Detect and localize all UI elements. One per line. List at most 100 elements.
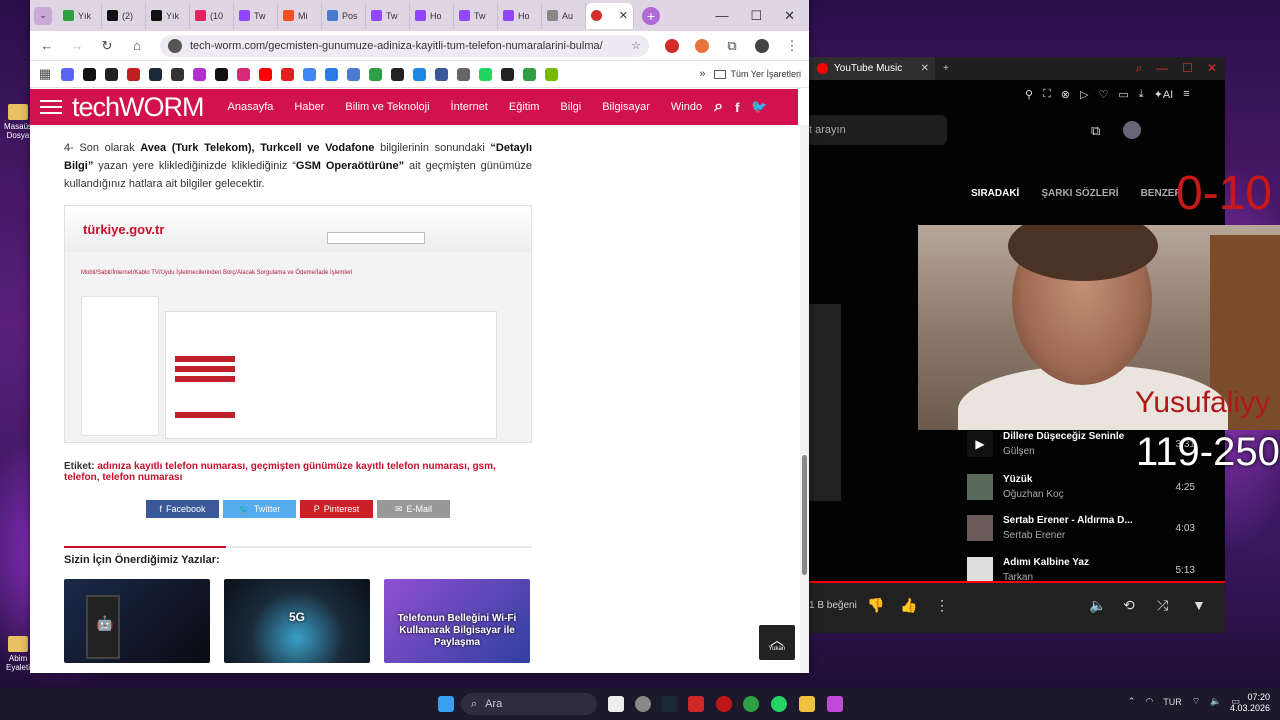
bookmark-icon[interactable] [479,67,492,81]
profile-avatar[interactable] [755,38,769,53]
file-explorer-icon[interactable] [799,696,815,712]
share-button-e-mail[interactable]: ✉ E-Mail [377,500,450,518]
avatar[interactable] [1123,121,1141,139]
extension-icon[interactable] [695,38,709,53]
bookmark-icon[interactable] [281,67,294,81]
browser-tab[interactable]: Yık [58,2,102,29]
queue-item[interactable]: Sertab Erener - Aldırma D... Sertab Erene… [961,509,1225,547]
download-icon[interactable]: ⤓ [1139,88,1144,101]
extensions-puzzle-icon[interactable]: ⧉ [725,38,739,54]
minimize-icon[interactable]: — [715,8,728,24]
steam-icon[interactable] [661,696,677,712]
maximize-icon[interactable]: ☐ [1182,61,1193,76]
shuffle-icon[interactable]: ⤮ [1157,597,1168,614]
bookmark-star-icon[interactable]: ☆ [631,39,641,52]
network-icon[interactable]: ◠ [1145,696,1153,707]
facebook-icon[interactable]: f [735,100,739,115]
chevron-up-icon[interactable]: ⌃ [1128,696,1136,707]
clock[interactable]: 07:20 4.03.2026 [1230,692,1270,714]
tab-up-next[interactable]: SIRADAKİ [971,188,1019,199]
share-button-pinterest[interactable]: P Pinterest [300,500,373,518]
share-button-facebook[interactable]: f Facebook [146,500,219,518]
bookmark-icon[interactable] [127,67,140,81]
more-icon[interactable]: ⋮ [935,597,949,614]
browser-tab[interactable]: Ho [498,2,542,29]
play-icon[interactable]: ▷ [1080,88,1088,101]
address-bar[interactable]: tech-worm.com/gecmisten-gunumuze-adiniza… [160,34,649,57]
bookmark-icon[interactable] [391,67,404,81]
bookmark-icon[interactable] [259,67,272,81]
menu-item[interactable]: Haber [294,101,324,113]
browser-tab[interactable]: Tw [454,2,498,29]
browser-tab[interactable]: (10 [190,2,234,29]
new-tab-button[interactable]: + [642,6,660,25]
bookmark-icon[interactable] [435,67,448,81]
play-icon[interactable]: ▶ [967,431,993,457]
menu-item[interactable]: Windo [671,101,702,113]
close-icon[interactable]: ✕ [1207,61,1217,76]
search-icon[interactable]: ⌕ [714,98,723,116]
back-icon[interactable]: ← [40,38,54,53]
app-icon[interactable] [688,696,704,712]
home-icon[interactable]: ⌂ [130,38,144,53]
twitter-icon[interactable]: 🐦 [751,99,767,115]
hamburger-menu-icon[interactable] [40,100,62,114]
menu-item[interactable]: Eğitim [509,101,540,113]
menu-item[interactable]: Bilim ve Teknoloji [345,101,429,113]
bookmark-icon[interactable] [347,67,360,81]
like-icon[interactable]: 👍 [900,597,917,614]
menu-item[interactable]: Bilgi [560,101,581,113]
bookmark-icon[interactable] [501,67,514,81]
bookmark-icon[interactable] [303,67,316,81]
bookmark-icon[interactable] [545,67,558,81]
task-view-icon[interactable] [608,696,624,712]
all-bookmarks-folder[interactable]: Tüm Yer İşaretleri [714,69,801,79]
search-input[interactable]: t arayın [809,115,947,145]
menu-item[interactable]: Anasayfa [228,101,274,113]
forward-icon[interactable]: → [70,38,84,53]
back-to-top-button[interactable]: ︿ Yukarı [759,625,795,660]
related-post-card[interactable]: 🤖 [64,579,210,663]
desktop-icon[interactable]: Masaüstü Dosya [4,104,39,140]
bookmark-icon[interactable] [413,67,426,81]
browser-tab[interactable]: Yık [146,2,190,29]
crop-icon[interactable]: ⛶ [1043,88,1051,101]
ai-icon[interactable]: ✦AI [1154,88,1174,101]
ytm-tab[interactable]: YouTube Music ✕ [809,57,935,80]
browser-tab[interactable]: Mi [278,2,322,29]
related-post-card[interactable]: Telefonun Belleğini Wi-Fi Kullanarak Bil… [384,579,530,663]
bookmark-icon[interactable] [215,67,228,81]
related-post-card[interactable]: 5G [224,579,370,663]
search-icon[interactable]: ⌕ [1135,61,1142,76]
menu-icon[interactable]: ⋮ [785,38,799,54]
extension-icon[interactable] [665,38,679,53]
browser-tab[interactable]: (2) [102,2,146,29]
menu-item[interactable]: Bilgisayar [602,101,650,113]
site-info-icon[interactable] [168,38,182,53]
pin-icon[interactable]: ⚲ [1025,88,1033,101]
whatsapp-icon[interactable] [771,696,787,712]
wifi-icon[interactable]: ⌔ [1192,696,1200,707]
volume-icon[interactable]: 🔈 [1089,597,1106,614]
bookmark-icon[interactable] [171,67,184,81]
menu-item[interactable]: İnternet [451,101,488,113]
more-bookmarks-icon[interactable]: » [699,68,705,80]
close-icon[interactable]: ✕ [784,8,795,24]
app-icon[interactable] [635,696,651,712]
bookmark-icon[interactable] [369,67,382,81]
desktop-icon[interactable]: Abim Eyaleti [4,636,32,672]
close-icon[interactable]: ✕ [619,9,628,22]
tab-active[interactable]: ✕ [586,2,634,29]
cast-icon[interactable]: ▭ [1118,88,1128,101]
heart-icon[interactable]: ♡ [1098,88,1108,101]
bookmark-icon[interactable] [237,67,250,81]
reload-icon[interactable]: ↻ [100,38,114,54]
bookmark-icon[interactable] [83,67,96,81]
share-button-twitter[interactable]: 🐦 Twitter [223,500,296,518]
bookmark-icon[interactable] [325,67,338,81]
bookmark-icon[interactable] [61,67,74,81]
dislike-icon[interactable]: 👎 [867,597,884,614]
tags-links[interactable]: adınıza kayıtlı telefon numarası, geçmiş… [64,461,496,483]
block-icon[interactable]: ⊗ [1061,88,1070,101]
browser-tab[interactable]: Tw [366,2,410,29]
